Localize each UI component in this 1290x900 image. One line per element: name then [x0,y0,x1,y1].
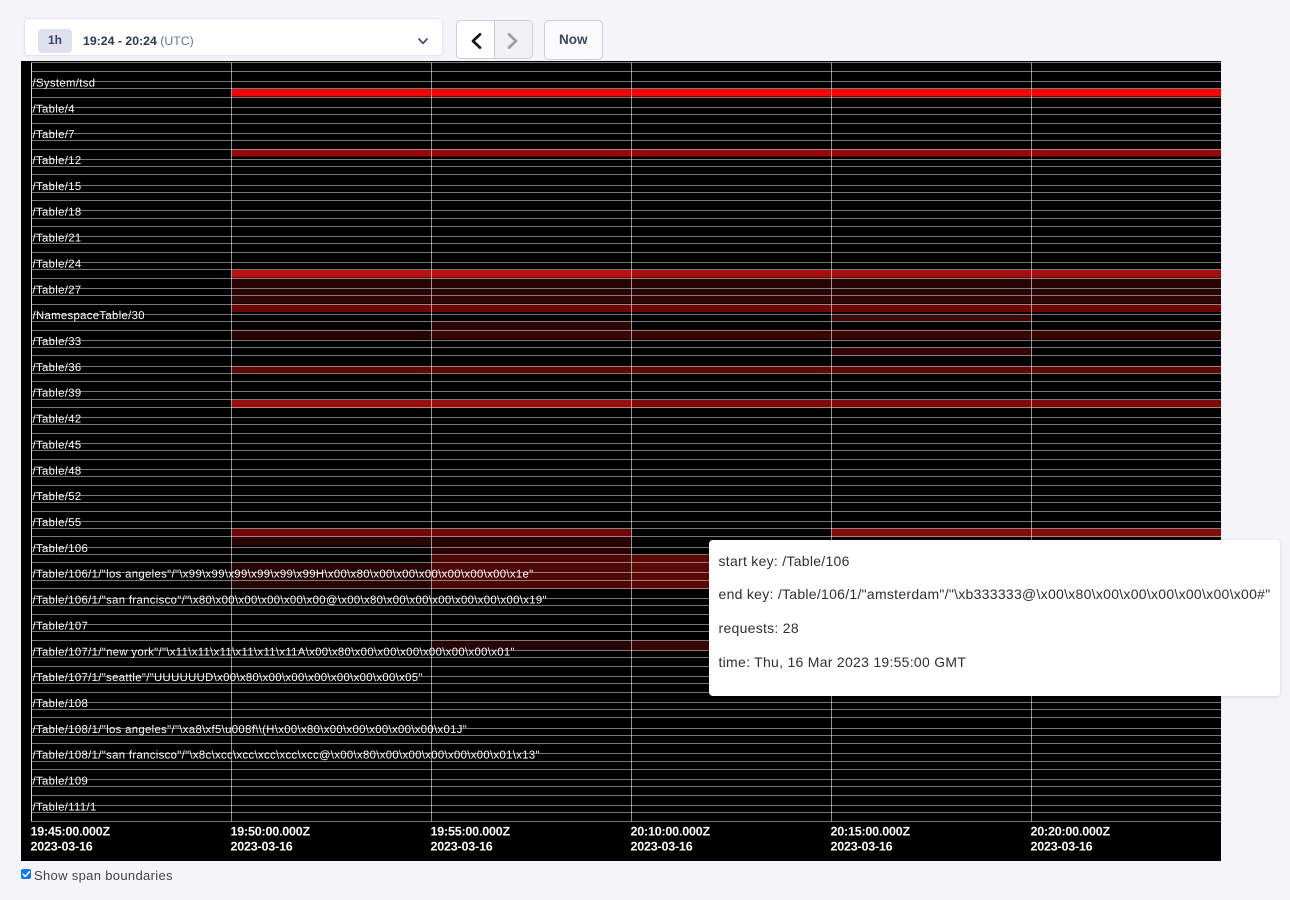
svg-text:/Table/12: /Table/12 [33,155,82,167]
svg-text:/Table/109: /Table/109 [33,775,89,787]
svg-text:/Table/106/1/"los angeles"/"\x: /Table/106/1/"los angeles"/"\x99\x99\x99… [33,569,534,581]
svg-text:/Table/107/1/"seattle"/"UUUUUU: /Table/107/1/"seattle"/"UUUUUUD\x00\x80\… [33,672,423,684]
svg-text:2023-03-16: 2023-03-16 [830,839,892,853]
svg-text:/Table/107/1/"new york"/"\x11\: /Table/107/1/"new york"/"\x11\x11\x11\x1… [33,646,515,658]
svg-text:/Table/48: /Table/48 [33,465,82,477]
svg-text:/Table/21: /Table/21 [33,232,82,244]
svg-text:/Table/7: /Table/7 [33,129,75,141]
svg-text:/Table/52: /Table/52 [33,491,82,503]
svg-text:/Table/55: /Table/55 [33,517,82,529]
svg-text:/Table/111/1: /Table/111/1 [33,801,97,813]
svg-text:20:20:00.000Z: 20:20:00.000Z [1030,824,1110,838]
svg-text:/Table/24: /Table/24 [33,258,82,270]
svg-text:2023-03-16: 2023-03-16 [630,839,692,853]
svg-text:/Table/42: /Table/42 [33,413,82,425]
svg-text:/Table/106: /Table/106 [33,543,89,555]
svg-text:/Table/27: /Table/27 [33,284,82,296]
svg-text:/Table/106/1/"san francisco"/": /Table/106/1/"san francisco"/"\x80\x00\x… [33,594,547,606]
svg-text:/Table/33: /Table/33 [33,336,82,348]
svg-text:2023-03-16: 2023-03-16 [1030,839,1092,853]
svg-text:/Table/39: /Table/39 [33,388,82,400]
svg-text:20:15:00.000Z: 20:15:00.000Z [830,824,910,838]
svg-text:/Table/107: /Table/107 [33,620,89,632]
svg-text:/Table/45: /Table/45 [33,439,82,451]
svg-text:/Table/4: /Table/4 [33,103,75,115]
svg-text:2023-03-16: 2023-03-16 [31,839,93,853]
svg-text:2023-03-16: 2023-03-16 [431,839,493,853]
svg-text:/Table/108/1/"los angeles"/"\x: /Table/108/1/"los angeles"/"\xa8\xf5\u00… [33,724,468,736]
svg-text:/Table/15: /Table/15 [33,181,82,193]
svg-text:19:55:00.000Z: 19:55:00.000Z [431,824,511,838]
svg-text:19:45:00.000Z: 19:45:00.000Z [31,824,111,838]
svg-text:/NamespaceTable/30: /NamespaceTable/30 [33,310,145,322]
svg-text:/Table/108: /Table/108 [33,698,89,710]
svg-text:/System/tsd: /System/tsd [33,77,96,89]
svg-text:/Table/36: /Table/36 [33,362,82,374]
svg-text:20:10:00.000Z: 20:10:00.000Z [630,824,710,838]
svg-text:/Table/108/1/"san francisco"/": /Table/108/1/"san francisco"/"\x8c\xcc\x… [33,750,540,762]
svg-text:/Table/18: /Table/18 [33,207,82,219]
svg-text:2023-03-16: 2023-03-16 [231,839,293,853]
svg-text:19:50:00.000Z: 19:50:00.000Z [231,824,311,838]
